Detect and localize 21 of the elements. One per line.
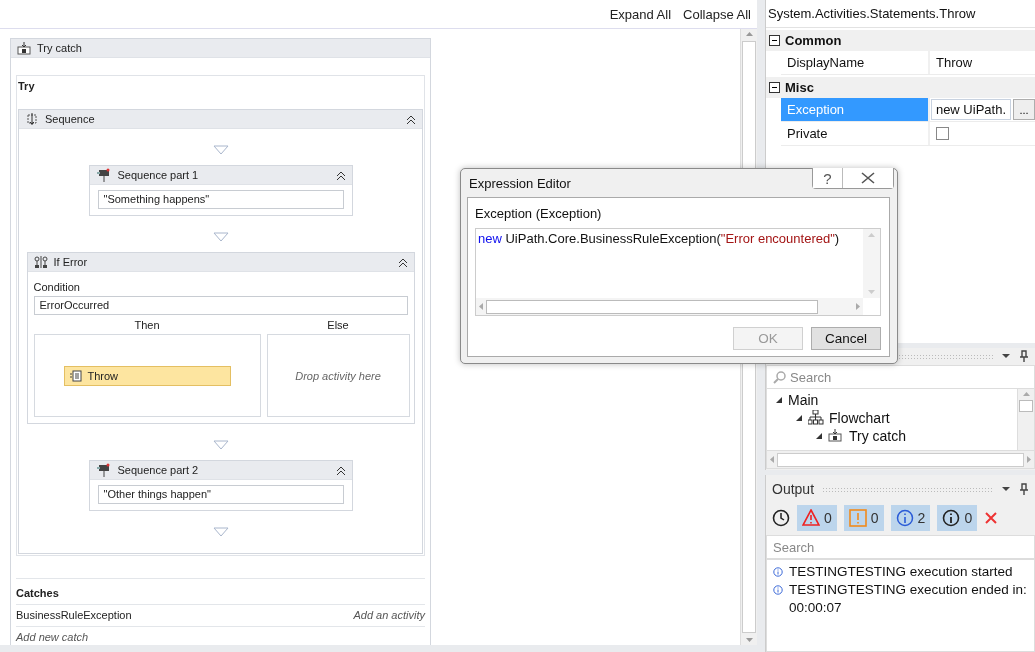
branch-label: Then [133,319,161,331]
activity-title: Try catch [37,42,83,54]
field-label: Condition [33,281,81,293]
section-label: Catches [16,586,59,599]
log-message: TESTINGTESTING execution started [789,563,1013,581]
activity-title: Sequence [45,113,96,125]
property-value: Throw [936,55,973,70]
activity-title: Sequence part 1 [117,169,200,181]
exception-type: BusinessRuleException [16,609,132,621]
drop-hint: Drop activity here [295,369,381,382]
dialog-title: Expression Editor [469,175,571,191]
section-label: Try [18,79,35,92]
panel-title: Output [772,481,815,497]
category-label: Misc [785,80,814,95]
field-label: Exception (Exception) [475,206,603,221]
branch-label: Else [326,319,350,331]
panel-title: System.Activities.Statements.Throw [768,6,976,21]
log-message: TESTINGTESTING execution ended in: 00:00:07 [789,581,1028,617]
activity-title: Sequence part 2 [117,464,200,476]
activity-title: If Error [53,256,89,268]
category-label: Common [785,33,842,48]
